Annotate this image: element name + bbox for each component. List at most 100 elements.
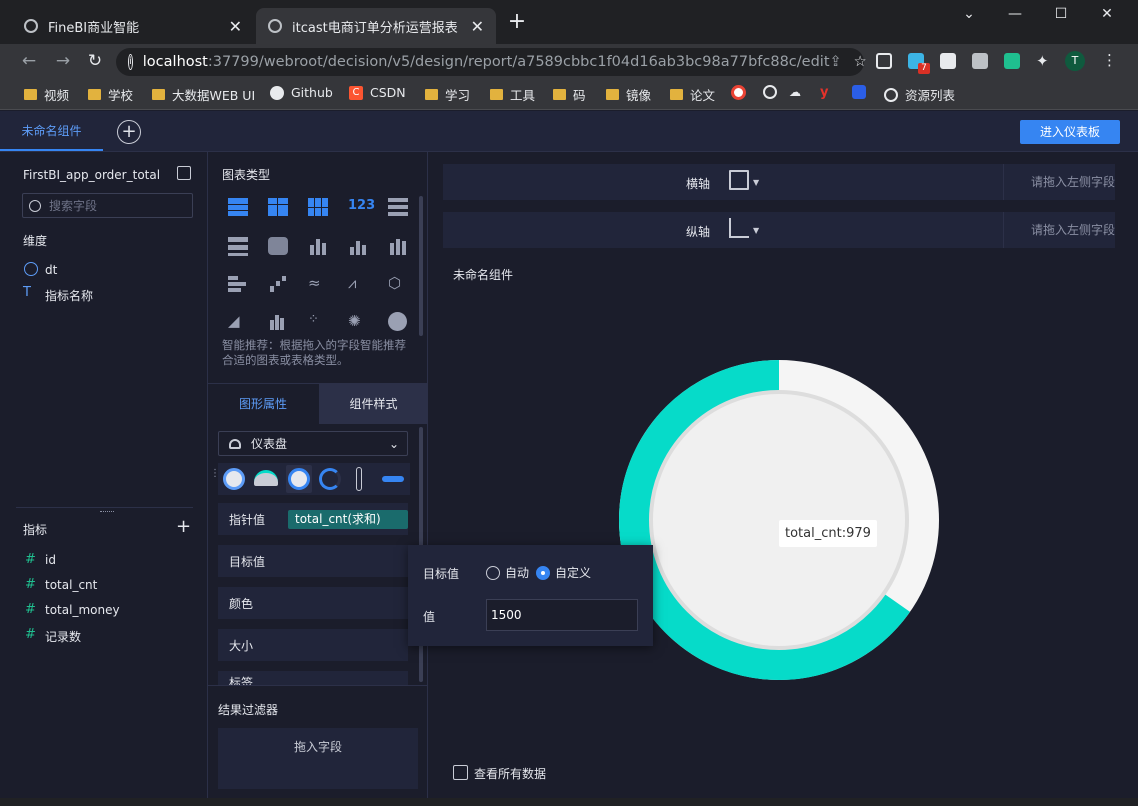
field-search-input[interactable]: 搜索字段: [22, 193, 193, 218]
bookmark-star-icon[interactable]: ☆: [854, 54, 867, 70]
add-component-button[interactable]: +: [117, 120, 141, 144]
chart-type-range-icon[interactable]: ⩘: [348, 274, 372, 296]
chart-type-map-icon[interactable]: [268, 237, 292, 259]
chart-type-kpi-icon[interactable]: 123: [348, 198, 375, 220]
close-tab-icon[interactable]: ✕: [471, 17, 484, 36]
minimize-button[interactable]: —: [1000, 6, 1030, 26]
target-value-input[interactable]: 1500: [486, 599, 638, 631]
bookmark-baidu[interactable]: [852, 85, 866, 99]
x-axis-field[interactable]: 横轴 ▼ 请拖入左侧字段: [443, 164, 1115, 200]
view-all-checkbox[interactable]: [453, 765, 468, 780]
browser-tab-finebi[interactable]: FineBI商业智能 ✕: [12, 8, 254, 44]
chart-type-filter-icon[interactable]: [228, 237, 252, 259]
reload-icon[interactable]: ↻: [84, 51, 106, 71]
gauge-type-select[interactable]: 仪表盘 ⌄: [218, 431, 408, 456]
size-row[interactable]: 大小: [218, 629, 408, 661]
x-axis-type-icon[interactable]: [729, 170, 749, 190]
extension-icon[interactable]: [876, 53, 892, 69]
switch-dataset-icon[interactable]: [177, 166, 191, 180]
bookmark-csdn[interactable]: C CSDN: [349, 85, 406, 100]
browser-tab-report[interactable]: itcast电商订单分析运营报表 ✕: [256, 8, 496, 44]
tab-component-style[interactable]: 组件样式: [319, 384, 428, 424]
gauge-style-4-icon[interactable]: [319, 468, 341, 490]
chart-type-pivot-icon[interactable]: [268, 198, 292, 220]
bookmark-cloud[interactable]: ☁: [789, 85, 801, 99]
radio-auto-icon[interactable]: [486, 565, 500, 580]
close-window-button[interactable]: ✕: [1092, 6, 1122, 26]
forward-icon[interactable]: →: [52, 51, 74, 71]
bookmark-globe[interactable]: [763, 85, 777, 99]
radio-custom[interactable]: 自定义: [536, 564, 591, 581]
gauge-style-1-icon[interactable]: [223, 468, 245, 490]
gauge-style-6-icon[interactable]: [382, 476, 404, 482]
canvas-panel: 横轴 ▼ 请拖入左侧字段 纵轴 ▼ 请拖入左侧字段 未命名组件 total_cn…: [429, 152, 1129, 806]
gauge-style-5-icon[interactable]: [356, 467, 362, 491]
puzzle-icon[interactable]: ✦: [1036, 52, 1049, 70]
target-value-row[interactable]: 目标值: [218, 545, 408, 577]
metric-total-money[interactable]: total_money: [45, 603, 120, 617]
maximize-button[interactable]: ☐: [1046, 6, 1076, 26]
back-icon[interactable]: ←: [18, 51, 40, 71]
chart-type-waterfall-icon[interactable]: [268, 274, 292, 296]
bookmark-mirror[interactable]: 镜像: [606, 85, 651, 104]
extension-icon[interactable]: [972, 53, 988, 69]
bookmark-tools[interactable]: 工具: [490, 85, 535, 104]
extension-icon[interactable]: [1004, 53, 1020, 69]
view-all-label[interactable]: 查看所有数据: [474, 765, 546, 782]
profile-avatar[interactable]: T: [1065, 51, 1085, 71]
chart-type-bar-icon[interactable]: [348, 237, 372, 259]
gauge-style-3-icon[interactable]: [288, 468, 310, 490]
dimension-dt[interactable]: dt: [45, 263, 57, 277]
bookmark-study[interactable]: 学习: [425, 85, 470, 104]
resize-handle[interactable]: [100, 511, 114, 513]
bookmark-resources[interactable]: 资源列表: [884, 85, 955, 104]
radio-custom-icon[interactable]: [536, 565, 550, 580]
tab-search-icon[interactable]: ⌄: [954, 6, 984, 26]
y-axis-field[interactable]: 纵轴 ▼ 请拖入左侧字段: [443, 212, 1115, 248]
radio-auto[interactable]: 自动: [486, 564, 529, 581]
dimension-indicator-name[interactable]: 指标名称: [45, 287, 93, 304]
bookmark-youdao[interactable]: y: [820, 85, 828, 100]
metric-id[interactable]: id: [45, 553, 56, 567]
chart-type-column-icon[interactable]: [388, 237, 412, 259]
label-row[interactable]: 标签: [218, 671, 408, 685]
bookmark-video[interactable]: 视频: [24, 85, 69, 104]
bookmark-school[interactable]: 学校: [88, 85, 133, 104]
info-icon[interactable]: i: [128, 54, 133, 70]
chart-type-scatter-icon[interactable]: ⁘: [308, 312, 332, 334]
enter-dashboard-button[interactable]: 进入仪表板: [1020, 120, 1120, 144]
chart-type-table-icon[interactable]: [228, 198, 252, 220]
share-icon[interactable]: ⇪: [830, 54, 842, 70]
chart-type-grouped-bar-icon[interactable]: [308, 237, 332, 259]
add-metric-icon[interactable]: +: [176, 516, 191, 537]
pointer-field-pill[interactable]: total_cnt(求和): [288, 510, 408, 529]
chart-type-hbar-icon[interactable]: [228, 274, 252, 296]
filter-drop-zone[interactable]: 拖入字段: [218, 728, 418, 789]
metric-total-cnt[interactable]: total_cnt: [45, 578, 97, 592]
scrollbar[interactable]: [419, 196, 423, 336]
chart-type-histogram-icon[interactable]: [268, 312, 292, 334]
chart-type-line-icon[interactable]: ≈: [308, 274, 332, 296]
bookmark-google[interactable]: [731, 85, 746, 100]
bookmark-code[interactable]: 码: [553, 85, 586, 104]
bookmark-papers[interactable]: 论文: [670, 85, 715, 104]
bookmark-bigdata[interactable]: 大数据WEB UI: [152, 85, 255, 104]
dataset-name: FirstBI_app_order_total: [23, 168, 161, 182]
component-tab[interactable]: 未命名组件: [0, 111, 103, 151]
chart-type-pie-icon[interactable]: [388, 312, 412, 334]
y-axis-type-icon[interactable]: [729, 218, 749, 238]
chart-type-radar-icon[interactable]: ⬡: [388, 274, 412, 296]
chart-type-detail-icon[interactable]: [308, 198, 332, 220]
menu-kebab-icon[interactable]: ⋮: [1102, 51, 1117, 69]
metric-record-count[interactable]: 记录数: [45, 628, 81, 645]
close-tab-icon[interactable]: ✕: [229, 17, 242, 36]
chart-type-text-table-icon[interactable]: [388, 198, 412, 220]
tab-graph-attr[interactable]: 图形属性: [208, 384, 318, 424]
url-bar[interactable]: i localhost:37799/webroot/decision/v5/de…: [116, 48, 867, 76]
new-tab-button[interactable]: +: [506, 11, 528, 34]
chart-type-area-icon[interactable]: ◢: [228, 312, 252, 334]
bookmark-github[interactable]: Github: [270, 85, 333, 100]
chart-type-bubble-icon[interactable]: ✺: [348, 312, 372, 334]
extension-icon[interactable]: [940, 53, 956, 69]
color-row[interactable]: 颜色: [218, 587, 408, 619]
